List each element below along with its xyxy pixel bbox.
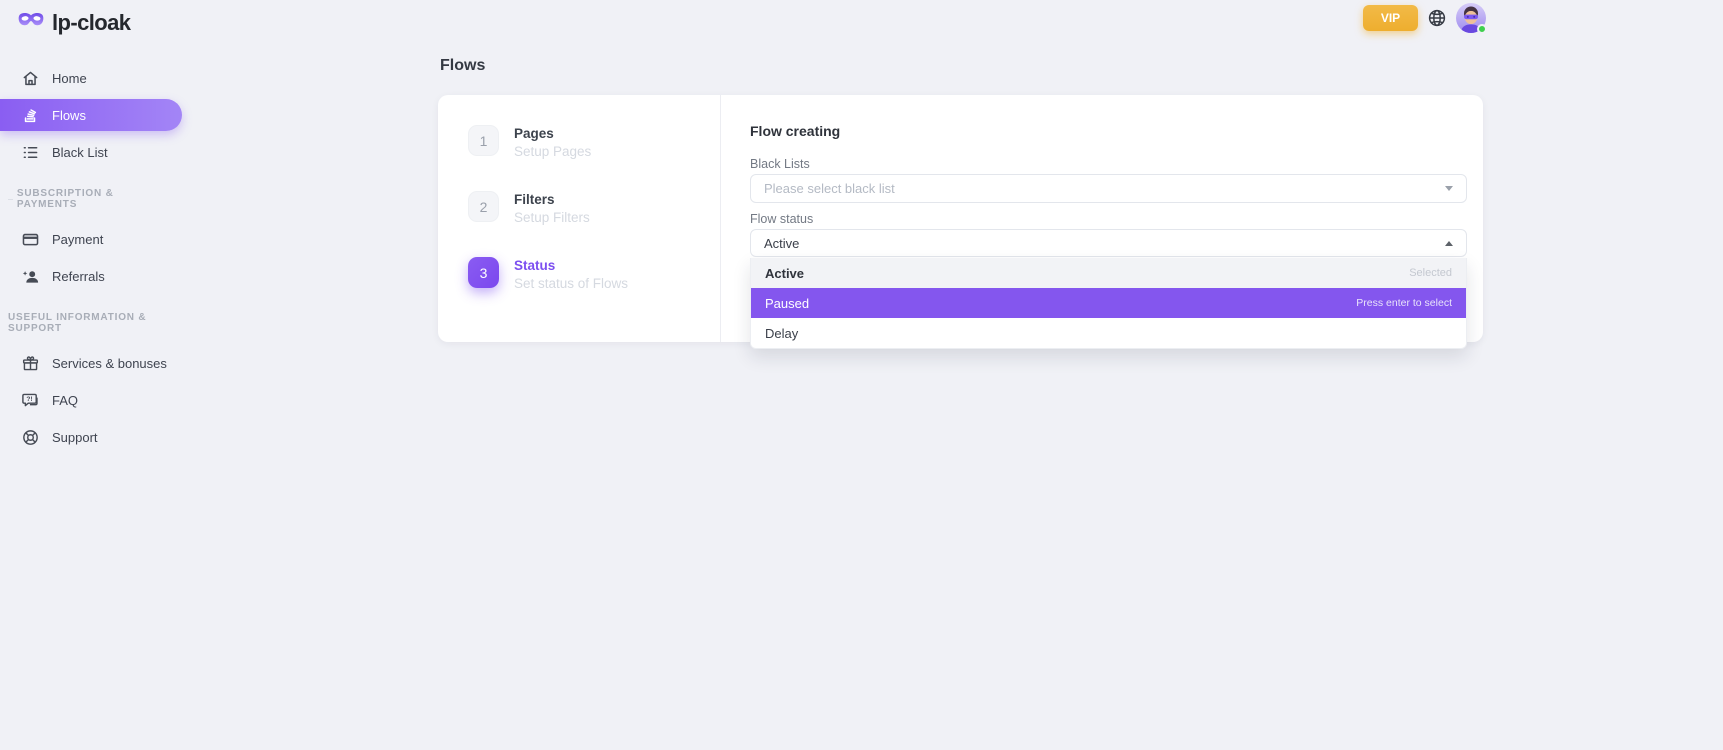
chevron-down-icon <box>1445 186 1453 191</box>
step-pages[interactable]: 1 Pages Setup Pages <box>468 125 720 159</box>
section-title: SUBSCRIPTION & PAYMENTS <box>17 188 173 210</box>
sidebar-item-label: FAQ <box>52 393 78 408</box>
divider <box>8 199 13 200</box>
sidebar-item-home[interactable]: Home <box>0 62 215 94</box>
chevron-up-icon <box>1445 241 1453 246</box>
flow-status-select-wrap: Active Active Selected Paused Press ente… <box>750 229 1467 257</box>
svg-text:?!: ?! <box>26 395 32 402</box>
step-subtitle: Setup Pages <box>514 144 591 159</box>
flows-icon <box>20 105 40 125</box>
vip-button[interactable]: VIP <box>1363 5 1418 31</box>
sidebar-nav: Home Flows <box>0 62 215 168</box>
step-text: Status Set status of Flows <box>514 257 628 291</box>
step-number: 1 <box>468 125 499 156</box>
referrals-icon <box>20 266 40 286</box>
black-list-icon <box>20 142 40 162</box>
sidebar-item-label: Support <box>52 430 98 445</box>
sidebar-item-services[interactable]: Services & bonuses <box>0 347 215 379</box>
step-title: Filters <box>514 192 590 207</box>
sidebar-item-label: Payment <box>52 232 103 247</box>
faq-icon: ?! <box>20 390 40 410</box>
wizard-steps: 1 Pages Setup Pages 2 Filters Setup Filt… <box>438 95 721 342</box>
sidebar-item-payment[interactable]: Payment <box>0 223 215 255</box>
step-text: Pages Setup Pages <box>514 125 591 159</box>
header-actions: VIP <box>1363 3 1486 33</box>
sidebar: lp-cloak Home <box>0 0 215 750</box>
flow-status-value: Active <box>764 236 799 251</box>
step-subtitle: Setup Filters <box>514 210 590 225</box>
mask-icon <box>17 10 45 36</box>
black-lists-select[interactable]: Please select black list <box>750 174 1467 203</box>
flow-status-label: Flow status <box>750 212 1467 227</box>
sidebar-item-label: Home <box>52 71 87 86</box>
sidebar-item-black-list[interactable]: Black List <box>0 136 215 168</box>
option-hint: Press enter to select <box>1356 297 1452 309</box>
step-subtitle: Set status of Flows <box>514 276 628 291</box>
sidebar-section-subscription: SUBSCRIPTION & PAYMENTS <box>0 188 215 210</box>
flow-status-dropdown: Active Selected Paused Press enter to se… <box>750 258 1467 349</box>
sidebar-item-label: Black List <box>52 145 108 160</box>
flow-creating-card: 1 Pages Setup Pages 2 Filters Setup Filt… <box>438 95 1483 342</box>
option-paused[interactable]: Paused Press enter to select <box>751 288 1466 318</box>
form-title: Flow creating <box>750 123 1467 139</box>
step-filters[interactable]: 2 Filters Setup Filters <box>468 191 720 225</box>
flow-creating-form: Flow creating Black Lists Please select … <box>721 95 1483 342</box>
option-delay[interactable]: Delay <box>751 318 1466 348</box>
app-name: lp-cloak <box>52 10 130 36</box>
credit-card-icon <box>20 229 40 249</box>
sidebar-section-support: USEFUL INFORMATION & SUPPORT <box>0 312 215 334</box>
sidebar-item-label: Flows <box>52 108 86 123</box>
black-lists-label: Black Lists <box>750 157 1467 172</box>
step-number: 3 <box>468 257 499 288</box>
sidebar-item-referrals[interactable]: Referrals <box>0 260 215 292</box>
option-label: Active <box>765 266 804 281</box>
step-title: Pages <box>514 126 591 141</box>
step-text: Filters Setup Filters <box>514 191 590 225</box>
globe-icon[interactable] <box>1427 8 1447 28</box>
page-title: Flows <box>440 57 485 75</box>
black-lists-placeholder: Please select black list <box>764 181 895 196</box>
home-icon <box>20 68 40 88</box>
step-status[interactable]: 3 Status Set status of Flows <box>468 257 720 291</box>
flow-status-select[interactable]: Active <box>750 229 1467 257</box>
option-label: Paused <box>765 296 809 311</box>
sidebar-item-flows[interactable]: Flows <box>0 99 182 131</box>
step-title: Status <box>514 258 628 273</box>
option-active[interactable]: Active Selected <box>751 258 1466 288</box>
option-hint: Selected <box>1409 267 1452 279</box>
avatar[interactable] <box>1456 3 1486 33</box>
step-number: 2 <box>468 191 499 222</box>
option-label: Delay <box>765 326 798 341</box>
section-title: USEFUL INFORMATION & SUPPORT <box>8 312 173 334</box>
online-status-dot <box>1477 24 1487 34</box>
app-logo[interactable]: lp-cloak <box>0 0 215 36</box>
gift-icon <box>20 353 40 373</box>
lifebuoy-icon <box>20 427 40 447</box>
sidebar-item-label: Services & bonuses <box>52 356 167 371</box>
sidebar-item-faq[interactable]: ?! FAQ <box>0 384 215 416</box>
sidebar-item-label: Referrals <box>52 269 105 284</box>
app-screen: lp-cloak Home <box>0 0 1723 750</box>
sidebar-item-support-item[interactable]: Support <box>0 421 215 453</box>
